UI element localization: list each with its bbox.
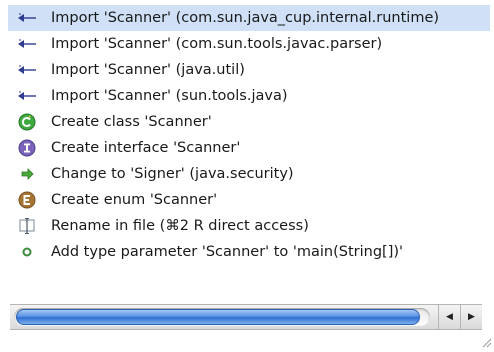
proposal-label: Add type parameter 'Scanner' to 'main(St… bbox=[51, 244, 404, 260]
proposal-label: Create class 'Scanner' bbox=[51, 114, 212, 130]
proposal-item-change-to-signer[interactable]: Change to 'Signer' (java.security) bbox=[8, 161, 490, 187]
import-arrow-icon bbox=[17, 86, 37, 106]
scroll-right-button[interactable]: ▶ bbox=[460, 305, 482, 329]
proposal-label: Change to 'Signer' (java.security) bbox=[51, 166, 294, 182]
scroll-right-icon: ▶ bbox=[468, 312, 475, 322]
proposal-item-create-interface[interactable]: Create interface 'Scanner' bbox=[8, 135, 490, 161]
new-enum-icon bbox=[17, 190, 37, 210]
proposal-label: Create interface 'Scanner' bbox=[51, 140, 241, 156]
resize-grip-icon[interactable] bbox=[480, 333, 492, 348]
proposal-label: Import 'Scanner' (java.util) bbox=[51, 62, 245, 78]
new-interface-icon bbox=[17, 138, 37, 158]
scroll-left-icon: ◀ bbox=[446, 312, 453, 322]
change-type-icon bbox=[17, 164, 37, 184]
proposal-item-create-enum[interactable]: Create enum 'Scanner' bbox=[8, 187, 490, 213]
proposal-label: Create enum 'Scanner' bbox=[51, 192, 218, 208]
proposal-item-create-class[interactable]: Create class 'Scanner' bbox=[8, 109, 490, 135]
quick-fix-proposals-popup: Import 'Scanner' (com.sun.java_cup.inter… bbox=[0, 0, 494, 348]
type-parameter-icon bbox=[17, 242, 37, 262]
proposal-list: Import 'Scanner' (com.sun.java_cup.inter… bbox=[8, 5, 490, 269]
new-class-icon bbox=[17, 112, 37, 132]
proposal-label: Import 'Scanner' (com.sun.tools.javac.pa… bbox=[51, 36, 383, 52]
proposal-item-import-javac-parser[interactable]: Import 'Scanner' (com.sun.tools.javac.pa… bbox=[8, 31, 490, 57]
proposal-item-add-type-parameter[interactable]: Add type parameter 'Scanner' to 'main(St… bbox=[8, 239, 490, 265]
proposal-label: Rename in file (⌘2 R direct access) bbox=[51, 218, 309, 234]
proposal-item-import-sun-tools-java[interactable]: Import 'Scanner' (sun.tools.java) bbox=[8, 83, 490, 109]
rename-icon bbox=[17, 216, 37, 236]
proposal-label: Import 'Scanner' (sun.tools.java) bbox=[51, 88, 288, 104]
import-arrow-icon bbox=[17, 60, 37, 80]
proposal-item-rename-in-file[interactable]: Rename in file (⌘2 R direct access) bbox=[8, 213, 490, 239]
proposal-item-import-java-cup[interactable]: Import 'Scanner' (com.sun.java_cup.inter… bbox=[8, 5, 490, 31]
proposal-item-import-java-util[interactable]: Import 'Scanner' (java.util) bbox=[8, 57, 490, 83]
scroll-left-button[interactable]: ◀ bbox=[438, 305, 460, 329]
scrollbar-thumb[interactable] bbox=[16, 309, 420, 325]
import-arrow-icon bbox=[17, 34, 37, 54]
horizontal-scrollbar[interactable]: ◀ ▶ bbox=[10, 304, 482, 330]
import-arrow-icon bbox=[17, 8, 37, 28]
proposal-label: Import 'Scanner' (com.sun.java_cup.inter… bbox=[51, 10, 440, 26]
